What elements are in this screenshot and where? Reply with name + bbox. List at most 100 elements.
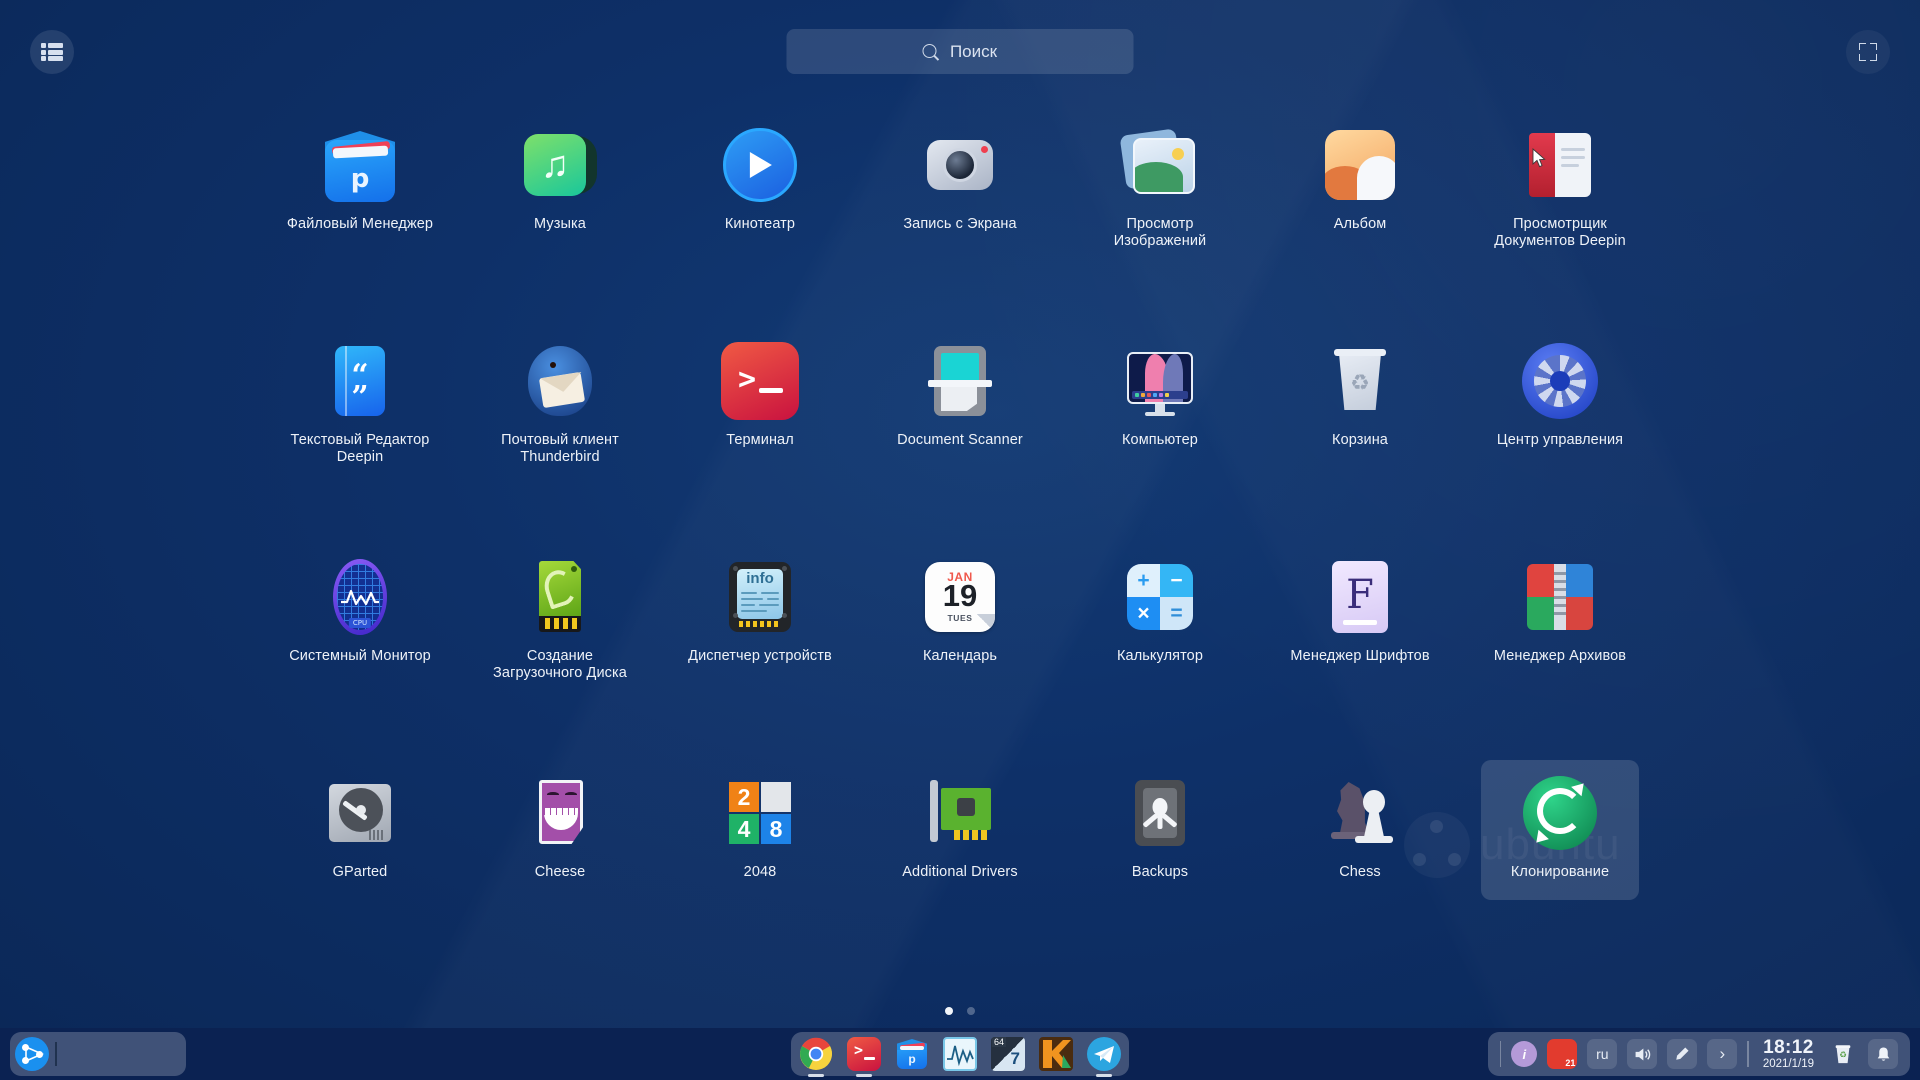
app-tile-text-editor[interactable]: “ ” Текстовый Редактор Deepin	[281, 328, 439, 468]
app-tile-gparted[interactable]: GParted	[281, 760, 439, 900]
bell-glyph	[1875, 1046, 1892, 1063]
volume-icon[interactable]	[1627, 1039, 1657, 1069]
tile-empty	[761, 782, 791, 812]
tray-divider	[1500, 1041, 1502, 1067]
badge-64: 64	[992, 1037, 1006, 1047]
calc-key-plus: +	[1127, 564, 1160, 597]
app-label: GParted	[282, 864, 438, 881]
keyboard-layout-icon[interactable]: ru	[1587, 1039, 1617, 1069]
calc-key-multiply: ×	[1127, 597, 1160, 630]
tile-8: 8	[761, 814, 791, 844]
list-view-icon[interactable]	[30, 30, 74, 74]
taskbar-app-telegram[interactable]	[1087, 1037, 1121, 1071]
app-label: Компьютер	[1082, 432, 1238, 449]
app-tile-document-scanner[interactable]: Document Scanner	[881, 328, 1039, 468]
app-tile-album[interactable]: Альбом	[1281, 112, 1439, 252]
app-tile-cheese[interactable]: Cheese	[481, 760, 639, 900]
taskbar: > р	[0, 1028, 1920, 1080]
boot-maker-icon	[521, 558, 599, 636]
movie-player-icon	[721, 126, 799, 204]
app-tile-screen-recorder[interactable]: Запись с Экрана	[881, 112, 1039, 252]
launcher-glyph	[15, 1037, 49, 1071]
tile-4: 4	[729, 814, 759, 844]
taskbar-app-clonezilla[interactable]: 64 7	[991, 1037, 1025, 1071]
taskbar-app-system-monitor[interactable]	[943, 1037, 977, 1071]
app-tile-clone[interactable]: Клонирование	[1481, 760, 1639, 900]
clock[interactable]: 18:12 2021/1/19	[1759, 1038, 1818, 1071]
app-tile-additional-drivers[interactable]: Additional Drivers	[881, 760, 1039, 900]
taskbar-app-google-chrome[interactable]	[799, 1037, 833, 1071]
game-2048-icon: 2 4 8	[721, 774, 799, 852]
app-label: Калькулятор	[1082, 648, 1238, 665]
app-tile-computer[interactable]: Компьютер	[1081, 328, 1239, 468]
app-tile-calendar[interactable]: JAN 19 TUES Календарь	[881, 544, 1039, 684]
control-center-icon	[1521, 342, 1599, 420]
cheese-icon	[521, 774, 599, 852]
search-placeholder: Поиск	[950, 42, 997, 62]
clock-time: 18:12	[1763, 1038, 1814, 1059]
app-tile-movie[interactable]: Кинотеатр	[681, 112, 839, 252]
search-input[interactable]: Поиск	[787, 29, 1134, 74]
app-tile-document-viewer[interactable]: Просмотрщик Документов Deepin	[1481, 112, 1639, 252]
backups-icon	[1121, 774, 1199, 852]
app-tile-boot-maker[interactable]: Создание Загрузочного Диска	[481, 544, 639, 684]
tray-expand-icon[interactable]: ›	[1707, 1039, 1737, 1069]
app-label: Document Scanner	[882, 432, 1038, 449]
app-tile-archive-manager[interactable]: Менеджер Архивов	[1481, 544, 1639, 684]
page-dot-1[interactable]	[945, 1007, 953, 1015]
app-tile-calculator[interactable]: + − × = Калькулятор	[1081, 544, 1239, 684]
taskbar-app-smplayer-k[interactable]	[1039, 1037, 1073, 1071]
app-tile-thunderbird[interactable]: Почтовый клиент Thunderbird	[481, 328, 639, 468]
k-logo-icon	[1039, 1037, 1073, 1071]
page-indicator	[945, 1007, 975, 1015]
deepin-launcher-button[interactable]	[15, 1037, 49, 1071]
app-tile-device-manager[interactable]: info Диспетчер устройств	[681, 544, 839, 684]
app-tile-trash[interactable]: ♻ Корзина	[1281, 328, 1439, 468]
app-label: Просмотр Изображений	[1082, 216, 1238, 250]
collapse-icon[interactable]	[1846, 30, 1890, 74]
text-caret	[55, 1042, 57, 1066]
app-tile-2048[interactable]: 2 4 8 2048	[681, 760, 839, 900]
app-tile-backups[interactable]: Backups	[1081, 760, 1239, 900]
calendar-day: 19	[921, 579, 999, 612]
app-label: Cheese	[482, 864, 638, 881]
app-label: Корзина	[1282, 432, 1438, 449]
info-icon[interactable]: i	[1511, 1041, 1537, 1067]
app-tile-terminal[interactable]: > Терминал	[681, 328, 839, 468]
volume-glyph	[1633, 1045, 1652, 1064]
screen-recorder-icon	[921, 126, 999, 204]
bell-icon[interactable]	[1868, 1039, 1898, 1069]
updates-icon[interactable]: 21	[1547, 1039, 1577, 1069]
app-tile-file-manager[interactable]: р Файловый Менеджер	[281, 112, 439, 252]
taskbar-app-file-manager[interactable]: р	[895, 1037, 929, 1071]
additional-drivers-icon	[921, 774, 999, 852]
app-tile-font-manager[interactable]: F Менеджер Шрифтов	[1281, 544, 1439, 684]
app-tile-image-viewer[interactable]: Просмотр Изображений	[1081, 112, 1239, 252]
text-editor-icon: “ ”	[321, 342, 399, 420]
collapse-glyph	[1859, 43, 1877, 61]
launcher-top-bar: Поиск	[0, 0, 1920, 84]
calc-key-equals: =	[1160, 597, 1193, 630]
app-tile-control-center[interactable]: Центр управления	[1481, 328, 1639, 468]
music-icon: ♫	[521, 126, 599, 204]
trash-icon[interactable]: ♻	[1828, 1039, 1858, 1069]
page-dot-2[interactable]	[967, 1007, 975, 1015]
color-picker-icon[interactable]	[1667, 1039, 1697, 1069]
app-tile-music[interactable]: ♫ Музыка	[481, 112, 639, 252]
calculator-icon: + − × =	[1121, 558, 1199, 636]
app-tile-chess[interactable]: Chess	[1281, 760, 1439, 900]
app-tile-system-monitor[interactable]: CPU Системный Монитор	[281, 544, 439, 684]
tray-divider	[1747, 1041, 1749, 1067]
clone-icon	[1521, 774, 1599, 852]
mouse-cursor	[1532, 148, 1546, 168]
gparted-icon	[321, 774, 399, 852]
album-icon	[1321, 126, 1399, 204]
app-label: Файловый Менеджер	[282, 216, 438, 233]
app-label: Просмотрщик Документов Deepin	[1482, 216, 1638, 250]
app-label: Менеджер Шрифтов	[1282, 648, 1438, 665]
app-label: Текстовый Редактор Deepin	[282, 432, 438, 466]
device-info-text: info	[721, 570, 799, 587]
taskbar-left-group	[10, 1032, 186, 1076]
taskbar-app-terminal[interactable]: >	[847, 1037, 881, 1071]
system-tray: i 21 ru ›	[1488, 1032, 1910, 1076]
